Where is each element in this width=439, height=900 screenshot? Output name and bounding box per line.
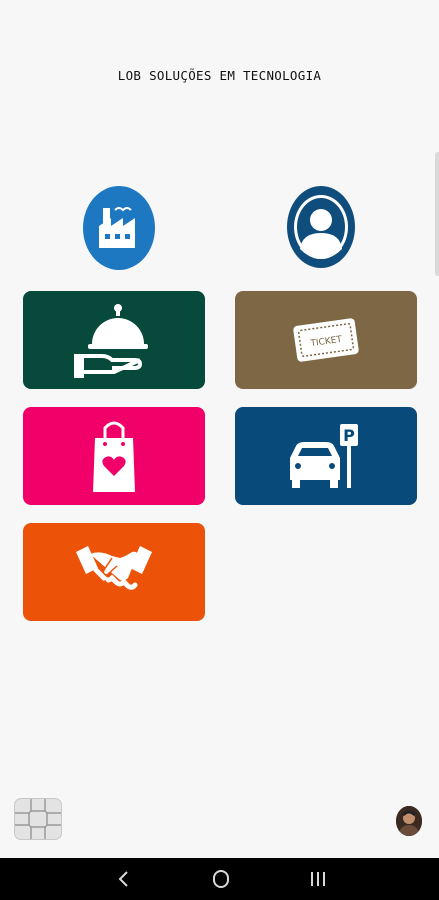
svg-text:P: P: [343, 426, 355, 445]
avatar[interactable]: [396, 806, 422, 836]
tile-parking[interactable]: P: [235, 407, 417, 505]
back-icon[interactable]: [114, 868, 134, 890]
handshake-icon: [76, 546, 152, 594]
company-button[interactable]: [83, 186, 155, 270]
tile-food-service[interactable]: [23, 291, 205, 389]
user-button[interactable]: [287, 186, 355, 268]
avatar-image: [396, 806, 422, 836]
shopping-bag-icon: [93, 421, 135, 492]
app-title: LOB SOLUÇÕES EM TECNOLOGIA: [117, 68, 322, 83]
system-navigation-bar: [0, 858, 439, 900]
chip-card-button[interactable]: [14, 798, 62, 840]
chip-card-icon: [15, 799, 61, 839]
ticket-icon: TICKET: [293, 318, 359, 362]
tile-partnership[interactable]: [23, 523, 205, 621]
home-icon[interactable]: [210, 868, 232, 890]
edge-panel-handle[interactable]: [435, 152, 439, 276]
factory-icon: [99, 207, 135, 248]
tile-ticket[interactable]: TICKET: [235, 291, 417, 389]
parking-car-icon: P: [290, 424, 358, 488]
user-icon: [294, 195, 348, 259]
recents-icon[interactable]: [307, 868, 329, 890]
cloche-icon: [74, 304, 148, 378]
tile-shopping[interactable]: [23, 407, 205, 505]
